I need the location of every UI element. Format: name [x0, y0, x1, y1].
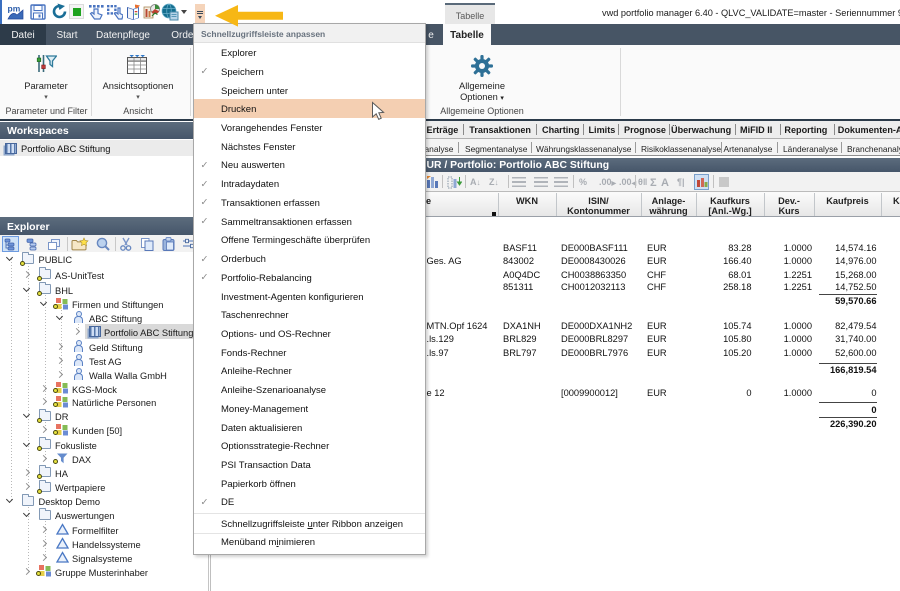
svg-text:pm: pm [8, 4, 21, 14]
